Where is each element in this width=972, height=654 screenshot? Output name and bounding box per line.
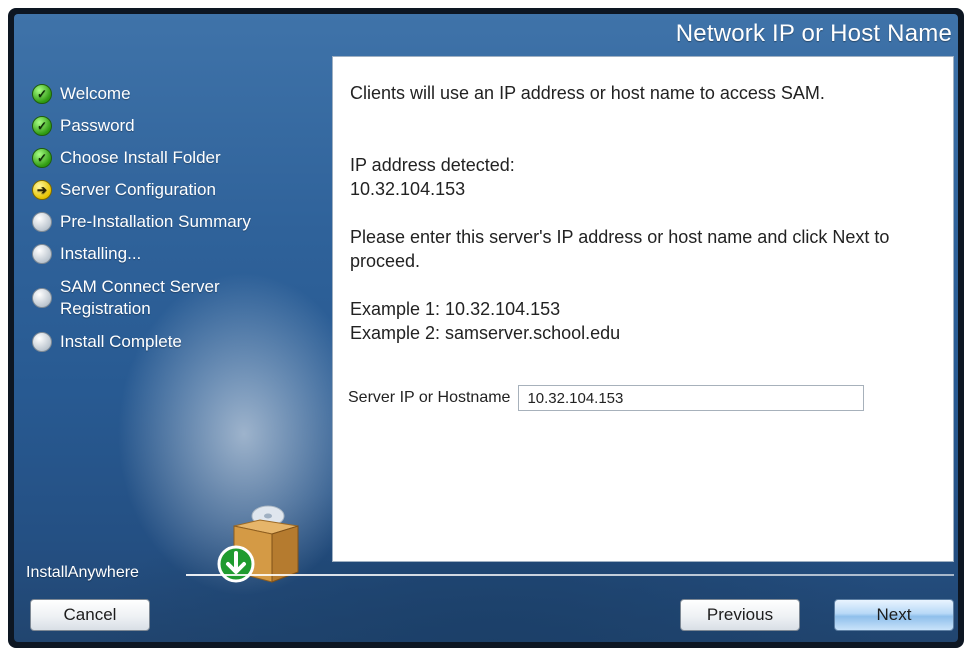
- screen: Network IP or Host Name ✓ Welcome ✓ Pass…: [0, 0, 972, 654]
- check-icon: ✓: [32, 148, 52, 168]
- cancel-button[interactable]: Cancel: [30, 599, 150, 631]
- server-field-row: Server IP or Hostname: [348, 385, 865, 411]
- step-label: Password: [60, 116, 135, 135]
- divider: [186, 574, 954, 576]
- content-panel: Clients will use an IP address or host n…: [332, 56, 954, 562]
- page-title: Network IP or Host Name: [675, 20, 952, 47]
- step-label: Welcome: [60, 84, 131, 103]
- examples-block: Example 1: 10.32.104.153 Example 2: sams…: [350, 297, 930, 345]
- step-install-complete: Install Complete: [32, 326, 322, 358]
- step-label: Installing...: [60, 244, 142, 263]
- check-icon: ✓: [32, 116, 52, 136]
- step-label: Server Configuration: [60, 180, 216, 199]
- step-list: ✓ Welcome ✓ Password ✓ Choose Install Fo…: [32, 78, 322, 358]
- detected-block: IP address detected: 10.32.104.153: [350, 153, 930, 201]
- server-field-label: Server IP or Hostname: [348, 389, 511, 406]
- check-icon: ✓: [32, 84, 52, 104]
- step-label: Pre-Installation Summary: [60, 212, 251, 231]
- empty-circle-icon: [32, 332, 52, 352]
- step-server-configuration: ➔ Server Configuration: [32, 174, 322, 206]
- step-sam-connect-server-registration: SAM Connect Server Registration: [32, 270, 322, 326]
- arrow-right-icon: ➔: [32, 180, 52, 200]
- step-welcome: ✓ Welcome: [32, 78, 322, 110]
- step-pre-installation-summary: Pre-Installation Summary: [32, 206, 322, 238]
- empty-circle-icon: [32, 288, 52, 308]
- server-ip-input[interactable]: [518, 385, 865, 411]
- empty-circle-icon: [32, 244, 52, 264]
- step-password: ✓ Password: [32, 110, 322, 142]
- step-choose-install-folder: ✓ Choose Install Folder: [32, 142, 322, 174]
- example-2: Example 2: samserver.school.edu: [350, 323, 621, 343]
- detected-label: IP address detected:: [350, 155, 515, 175]
- installer-canvas: Network IP or Host Name ✓ Welcome ✓ Pass…: [14, 14, 958, 642]
- example-1: Example 1: 10.32.104.153: [350, 299, 561, 319]
- step-label: SAM Connect Server Registration: [60, 277, 220, 318]
- installer-window: Network IP or Host Name ✓ Welcome ✓ Pass…: [8, 8, 964, 648]
- step-label: Choose Install Folder: [60, 148, 221, 167]
- brand-label: InstallAnywhere: [26, 564, 139, 581]
- intro-text: Clients will use an IP address or host n…: [350, 83, 825, 103]
- previous-button[interactable]: Previous: [680, 599, 800, 631]
- empty-circle-icon: [32, 212, 52, 232]
- step-label: Install Complete: [60, 332, 182, 351]
- detected-ip: 10.32.104.153: [350, 179, 466, 199]
- instruction-text: Please enter this server's IP address or…: [350, 227, 890, 271]
- step-installing: Installing...: [32, 238, 322, 270]
- next-button[interactable]: Next: [834, 599, 954, 631]
